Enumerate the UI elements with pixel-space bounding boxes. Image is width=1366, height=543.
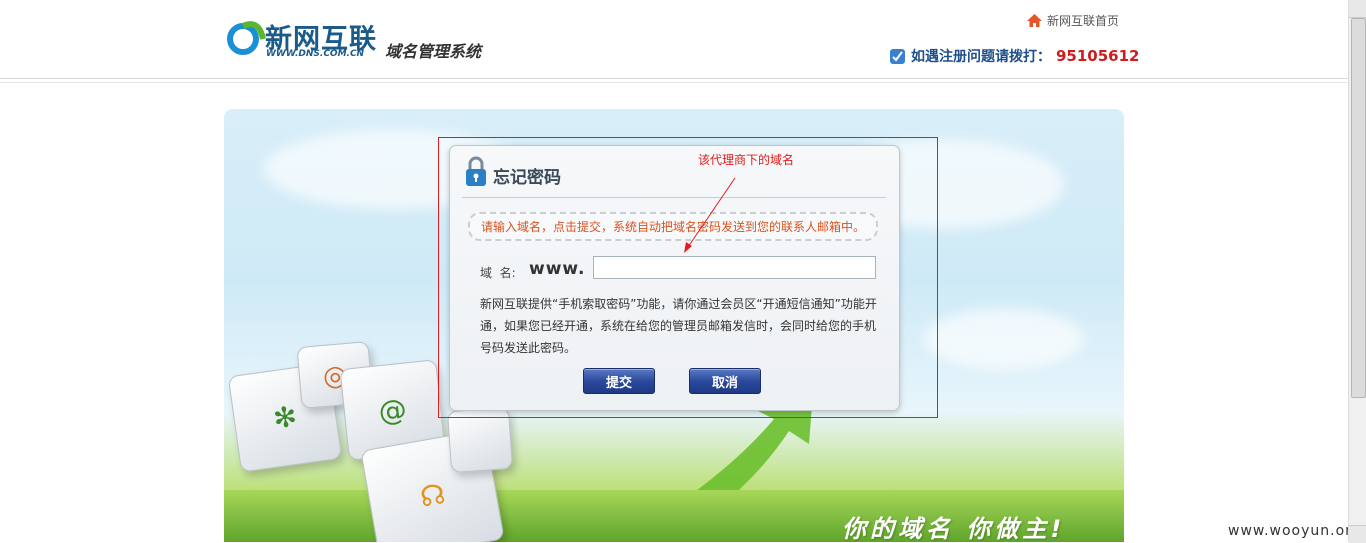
hotline: 如遇注册问题请拨打： 95105612 [889, 46, 1140, 66]
home-link[interactable]: 新网互联首页 [1026, 12, 1119, 29]
watermark: www.wooyun.org [1228, 523, 1362, 539]
annotation-box [438, 137, 938, 418]
vertical-scrollbar[interactable] [1348, 0, 1366, 543]
hotline-label: 如遇注册问题请拨打： [911, 49, 1051, 65]
system-name: 域名管理系统 [385, 42, 482, 61]
header-divider [0, 82, 1348, 83]
cloud-decoration [924, 309, 1084, 369]
scroll-up-button[interactable] [1349, 0, 1366, 18]
checkbox-icon [890, 48, 905, 64]
logo-url: WWW.DNS.COM.CN [266, 49, 365, 59]
banner-slogan: 你的域名 你做主! [842, 515, 1066, 542]
hotline-number: 95105612 [1056, 47, 1140, 65]
home-link-label: 新网互联首页 [1047, 14, 1120, 28]
annotation-text: 该代理商下的域名 [698, 153, 795, 167]
scroll-down-button[interactable] [1349, 525, 1366, 543]
home-icon [1027, 14, 1042, 27]
scroll-thumb[interactable] [1351, 18, 1366, 398]
site-header: 新网互联 WWW.DNS.COM.CN 域名管理系统 新网互联首页 如遇注册问题… [0, 0, 1348, 79]
